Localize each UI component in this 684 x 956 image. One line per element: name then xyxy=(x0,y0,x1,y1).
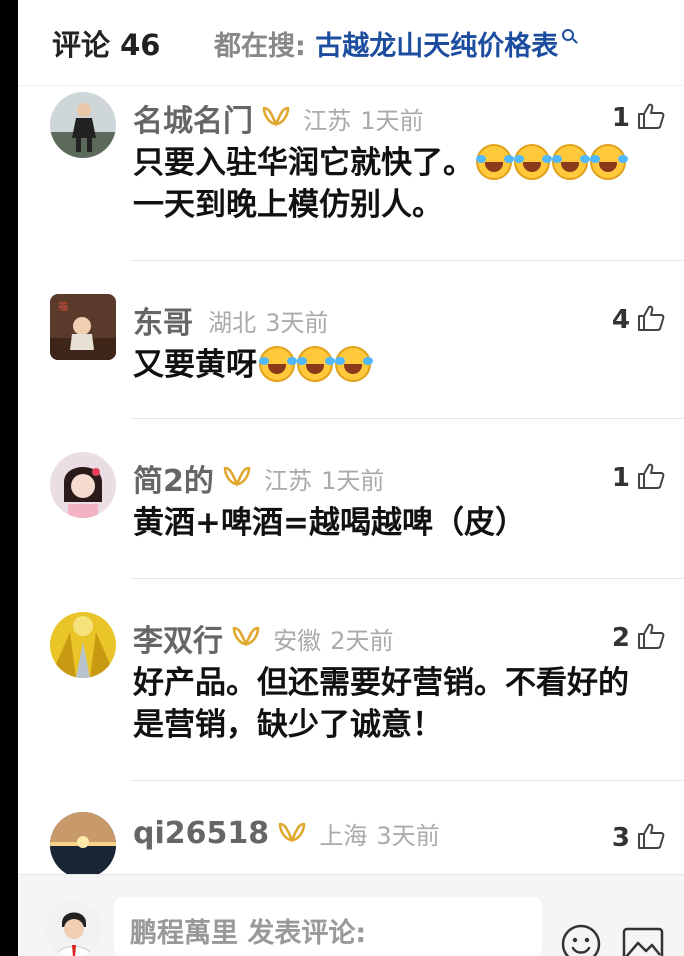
like-count: 1 xyxy=(611,103,630,133)
comment-name-row: 名城名门 江苏 1天前 xyxy=(133,96,424,139)
vip-badge-icon xyxy=(223,464,251,492)
comment-text-line1: 又要黄呀 xyxy=(133,347,257,383)
comment-name-row: 东哥 湖北 3天前 xyxy=(133,298,329,341)
comment-time: 1天前 xyxy=(360,106,424,135)
svg-text:福: 福 xyxy=(58,300,68,313)
hot-search-query: 古越龙山天纯价格表 xyxy=(315,31,559,62)
comment-item: 李双行 安徽 2天前 2 好产品。但还需要好营销。不看好的 是营销，缺少了诚意！ xyxy=(18,612,684,772)
comment-header: 评论 46 都在搜: 古越龙山天纯价格表 xyxy=(18,0,684,86)
image-icon[interactable] xyxy=(622,927,664,956)
comment-divider xyxy=(130,578,684,579)
like-button[interactable]: 1 xyxy=(612,100,666,136)
thumbs-up-icon xyxy=(636,621,666,655)
my-avatar[interactable] xyxy=(46,901,102,956)
comment-input-bar: 鹏程萬里 发表评论: xyxy=(18,874,684,956)
vip-badge-icon xyxy=(262,104,290,132)
comment-name-row: 简2的 江苏 1天前 xyxy=(133,456,385,499)
comment-divider xyxy=(130,260,684,261)
username[interactable]: 东哥 xyxy=(133,306,193,341)
comment-item: 名城名门 江苏 1天前 1 只要入驻华润它就快了。 一天到晚上模仿别人。 xyxy=(18,92,684,262)
laugh-cry-emoji-icon xyxy=(476,144,512,180)
laugh-cry-emoji-icon xyxy=(335,346,371,382)
comment-time: 3天前 xyxy=(265,308,329,337)
comment-input-placeholder: 鹏程萬里 发表评论: xyxy=(130,918,367,949)
laugh-cry-emoji-icon xyxy=(259,346,295,382)
comment-item: 简2的 江苏 1天前 1 黄酒+啤酒=越喝越啤（皮） xyxy=(18,452,684,572)
like-count: 2 xyxy=(611,623,630,653)
avatar[interactable] xyxy=(50,92,116,158)
comment-location: 上海 xyxy=(319,822,368,850)
comment-location: 湖北 xyxy=(208,308,257,337)
comment-item: qi26518 上海 3天前 3 xyxy=(18,812,684,878)
vip-badge-icon xyxy=(278,820,306,848)
username[interactable]: 李双行 xyxy=(133,624,223,659)
comment-text-line1: 好产品。但还需要好营销。不看好的 xyxy=(133,665,629,701)
comment-input[interactable]: 鹏程萬里 发表评论: xyxy=(114,897,542,956)
hot-search-prefix: 都在搜: xyxy=(214,31,306,62)
comment-time: 3天前 xyxy=(376,822,440,850)
comment-text-line2: 是营销，缺少了诚意！ xyxy=(133,707,443,743)
hot-search-link[interactable]: 都在搜: 古越龙山天纯价格表 xyxy=(214,24,579,63)
username[interactable]: qi26518 xyxy=(133,816,269,851)
comment-divider xyxy=(130,418,684,419)
comment-time: 2天前 xyxy=(330,626,394,655)
avatar[interactable] xyxy=(50,812,116,878)
thumbs-up-icon xyxy=(636,101,666,135)
avatar[interactable] xyxy=(50,612,116,678)
laugh-cry-emoji-icon xyxy=(552,144,588,180)
like-button[interactable]: 2 xyxy=(612,620,666,656)
search-icon xyxy=(562,29,579,47)
comment-count-title: 评论 46 xyxy=(52,28,161,62)
laugh-cry-emoji-icon xyxy=(514,144,550,180)
like-count: 1 xyxy=(611,463,630,493)
laugh-cry-emoji-icon xyxy=(297,346,333,382)
username[interactable]: 简2的 xyxy=(133,464,214,499)
vip-badge-icon xyxy=(232,624,260,652)
like-button[interactable]: 1 xyxy=(612,460,666,496)
thumbs-up-icon xyxy=(636,303,666,337)
thumbs-up-icon xyxy=(636,461,666,495)
like-count: 3 xyxy=(611,823,630,853)
comment-item: 福 东哥 湖北 3天前 4 又要黄呀 xyxy=(18,294,684,414)
like-button[interactable]: 3 xyxy=(612,820,666,856)
comment-text: 又要黄呀 xyxy=(133,344,673,386)
laugh-cry-emoji-icon xyxy=(590,144,626,180)
comment-screen: 评论 46 都在搜: 古越龙山天纯价格表 名城名门 江苏 1天前 1 只要入驻华… xyxy=(18,0,684,956)
username[interactable]: 名城名门 xyxy=(133,104,253,139)
comment-divider xyxy=(130,780,684,781)
comment-name-row: 李双行 安徽 2天前 xyxy=(133,616,394,659)
comment-text: 只要入驻华润它就快了。 一天到晚上模仿别人。 xyxy=(133,142,673,226)
like-count: 4 xyxy=(611,305,630,335)
avatar[interactable]: 福 xyxy=(50,294,116,360)
comment-location: 江苏 xyxy=(303,106,352,135)
comment-location: 安徽 xyxy=(273,626,322,655)
comment-text: 黄酒+啤酒=越喝越啤（皮） xyxy=(133,502,673,544)
emoji-icon[interactable] xyxy=(560,923,602,956)
comment-location: 江苏 xyxy=(264,466,313,495)
comment-text-line1: 只要入驻华润它就快了。 xyxy=(133,145,474,181)
like-button[interactable]: 4 xyxy=(612,302,666,338)
comment-time: 1天前 xyxy=(321,466,385,495)
comment-text: 好产品。但还需要好营销。不看好的 是营销，缺少了诚意！ xyxy=(133,662,673,746)
comment-text-line2: 一天到晚上模仿别人。 xyxy=(133,187,443,223)
avatar[interactable] xyxy=(50,452,116,518)
thumbs-up-icon xyxy=(636,821,666,855)
comment-name-row: qi26518 上海 3天前 xyxy=(133,816,440,856)
comment-text-line1: 黄酒+啤酒=越喝越啤（皮） xyxy=(133,505,526,541)
